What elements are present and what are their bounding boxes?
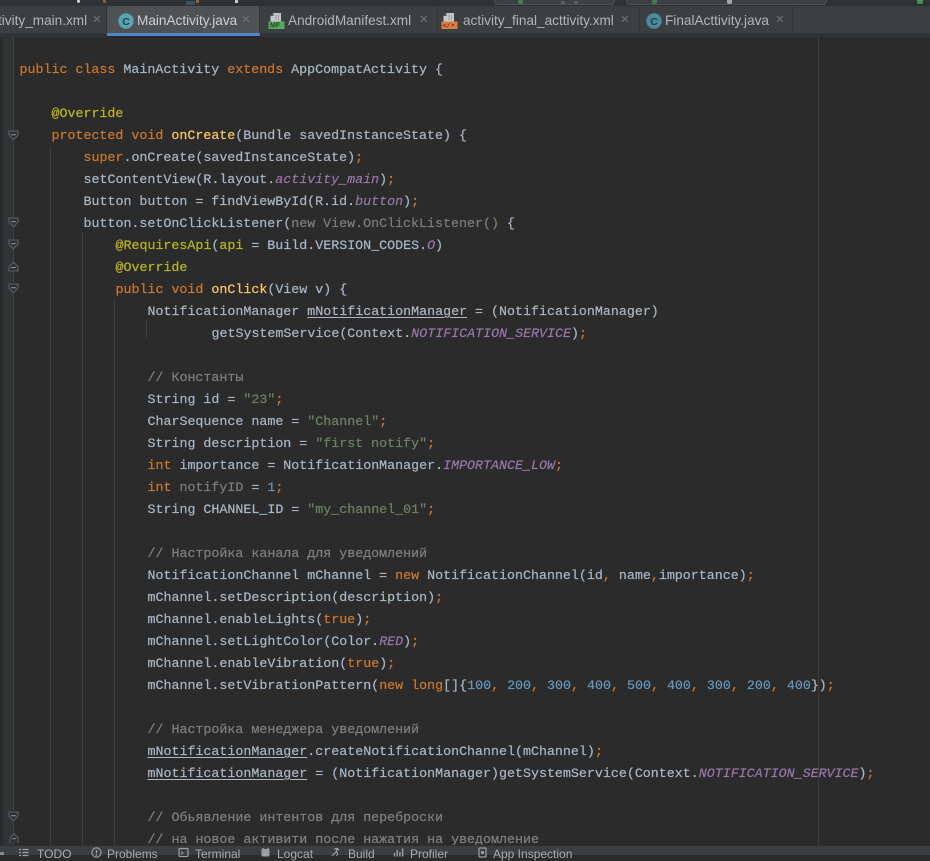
svg-text:</: </	[443, 23, 451, 30]
svg-text:C: C	[122, 15, 130, 27]
svg-text:C: C	[650, 15, 658, 27]
svg-text:MF: MF	[270, 23, 281, 30]
